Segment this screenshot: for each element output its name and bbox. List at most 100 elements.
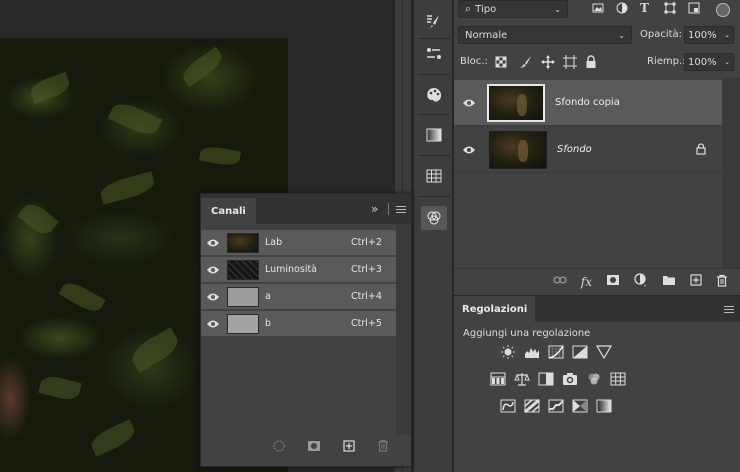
filter-pixel-icon[interactable] — [592, 2, 604, 14]
lock-position-move-icon[interactable] — [541, 55, 555, 69]
layer-thumbnail — [489, 130, 547, 169]
curves-icon[interactable] — [548, 345, 564, 359]
channels-panel-header: Canali » — [201, 194, 411, 224]
swatches-palette-icon[interactable] — [421, 83, 447, 107]
vibrance-icon[interactable] — [490, 372, 506, 386]
brush-settings-icon[interactable] — [421, 10, 447, 34]
posterize-icon[interactable] — [524, 398, 540, 414]
channel-row-a[interactable]: a Ctrl+4 — [201, 284, 396, 310]
blend-mode-value: Normale — [465, 29, 508, 41]
filter-kind-value: Tipo — [475, 3, 497, 15]
panel-icon-dock — [413, 0, 453, 472]
visibility-eye-icon[interactable] — [201, 265, 225, 275]
adjustments-row-2 — [490, 372, 626, 386]
lock-image-pixels-brush-icon[interactable] — [519, 55, 533, 69]
visibility-eye-icon[interactable] — [454, 98, 484, 108]
collapse-panel-icon[interactable]: » — [371, 202, 378, 216]
fill-input[interactable]: 100% ⌄ — [684, 53, 734, 71]
new-channel-icon[interactable] — [343, 439, 355, 455]
channel-row-lab[interactable]: Lab Ctrl+2 — [201, 230, 396, 256]
layer-name[interactable]: Sfondo — [557, 144, 592, 155]
tab-regolazioni[interactable]: Regolazioni — [454, 296, 536, 323]
brush-presets-icon[interactable] — [421, 42, 447, 66]
color-lookup-icon[interactable] — [610, 372, 626, 386]
patterns-grid-icon[interactable] — [421, 164, 447, 188]
fill-label: Riemp.: — [647, 56, 686, 67]
panel-menu-icon[interactable] — [396, 206, 406, 213]
filter-smart-object-icon[interactable] — [688, 2, 700, 14]
visibility-eye-icon[interactable] — [454, 145, 484, 155]
channels-panel-icon[interactable] — [421, 206, 447, 230]
fill-value: 100% — [688, 56, 717, 68]
channel-thumbnail — [227, 232, 259, 253]
save-selection-as-channel-icon[interactable] — [307, 440, 321, 455]
channel-shortcut: Ctrl+4 — [351, 291, 382, 302]
filter-shape-icon[interactable] — [664, 2, 676, 14]
link-layers-icon[interactable] — [553, 275, 567, 288]
visibility-eye-icon[interactable] — [201, 292, 225, 302]
add-layer-mask-icon[interactable] — [606, 274, 620, 289]
photo-filter-icon[interactable] — [562, 372, 578, 386]
black-white-icon[interactable] — [538, 372, 554, 386]
opacity-label: Opacità: — [640, 29, 683, 40]
lock-transparent-pixels-icon[interactable] — [495, 56, 507, 68]
visibility-eye-icon[interactable] — [201, 238, 225, 248]
selective-color-icon[interactable] — [572, 399, 588, 413]
levels-icon[interactable] — [524, 345, 540, 359]
filter-type-icon[interactable]: T — [640, 1, 649, 15]
opacity-input[interactable]: 100% ⌄ — [684, 26, 734, 44]
channel-thumbnail — [227, 286, 259, 307]
panel-menu-icon[interactable] — [724, 306, 734, 313]
chevron-down-icon: ⌄ — [554, 4, 561, 14]
invert-icon[interactable] — [500, 399, 516, 413]
lock-artboard-icon[interactable] — [563, 55, 577, 69]
layer-filter-kind-select[interactable]: ⌕ Tipo ⌄ — [458, 0, 568, 18]
layers-footer: fx — [454, 268, 740, 294]
delete-channel-trash-icon[interactable] — [377, 439, 389, 455]
gradient-map-triangle-icon[interactable] — [595, 345, 613, 360]
layer-style-fx-icon[interactable]: fx — [581, 275, 592, 289]
gradients-icon[interactable] — [421, 123, 447, 147]
adjustments-row-1 — [500, 345, 613, 360]
chevron-down-icon: ⌄ — [618, 30, 625, 40]
color-balance-icon[interactable] — [514, 372, 530, 386]
lock-label: Bloc.: — [460, 56, 488, 67]
layer-name[interactable]: Sfondo copia — [555, 97, 620, 108]
channel-shortcut: Ctrl+2 — [351, 237, 382, 248]
channel-thumbnail — [227, 259, 259, 280]
layer-thumbnail — [487, 83, 545, 122]
channels-scrollbar[interactable] — [396, 224, 411, 434]
brightness-contrast-icon[interactable] — [500, 345, 516, 359]
channel-row-b[interactable]: b Ctrl+5 — [201, 311, 396, 337]
layer-lock-icon — [696, 143, 706, 158]
channel-name: b — [265, 318, 272, 329]
exposure-icon[interactable] — [572, 345, 588, 359]
layer-row-sfondo[interactable]: Sfondo — [454, 127, 722, 173]
adjustments-row-3 — [500, 398, 612, 414]
channel-shortcut: Ctrl+3 — [351, 264, 382, 275]
delete-layer-trash-icon[interactable] — [716, 274, 728, 290]
threshold-icon[interactable] — [548, 399, 564, 413]
chevron-down-icon: ⌄ — [724, 58, 730, 66]
new-adjustment-layer-icon[interactable] — [634, 273, 648, 290]
channels-panel: Canali » Lab Ctrl+2 Luminosità Ctrl+3 a … — [200, 193, 412, 467]
opacity-value: 100% — [688, 29, 717, 41]
layer-row-sfondo-copia[interactable]: Sfondo copia — [454, 80, 722, 126]
blend-mode-select[interactable]: Normale ⌄ — [458, 26, 632, 44]
chevron-down-icon: ⌄ — [724, 31, 730, 39]
layers-panel: ⌕ Tipo ⌄ T Normale ⌄ Opacità: 100% ⌄ Blo… — [454, 0, 740, 472]
channels-footer — [201, 434, 411, 460]
channel-row-luminosita[interactable]: Luminosità Ctrl+3 — [201, 257, 396, 283]
load-channel-as-selection-icon[interactable] — [273, 440, 285, 455]
tab-canali[interactable]: Canali — [201, 198, 256, 224]
visibility-eye-icon[interactable] — [201, 319, 225, 329]
lock-all-icon[interactable] — [585, 55, 597, 69]
filter-toggle-switch[interactable] — [716, 3, 730, 17]
new-group-folder-icon[interactable] — [662, 274, 676, 289]
layers-scrollbar[interactable] — [722, 78, 740, 268]
gradient-map-icon[interactable] — [596, 399, 612, 413]
search-icon: ⌕ — [465, 2, 472, 15]
channel-mixer-icon[interactable] — [586, 372, 602, 386]
new-layer-icon[interactable] — [690, 274, 702, 289]
filter-adjustment-icon[interactable] — [616, 2, 628, 14]
